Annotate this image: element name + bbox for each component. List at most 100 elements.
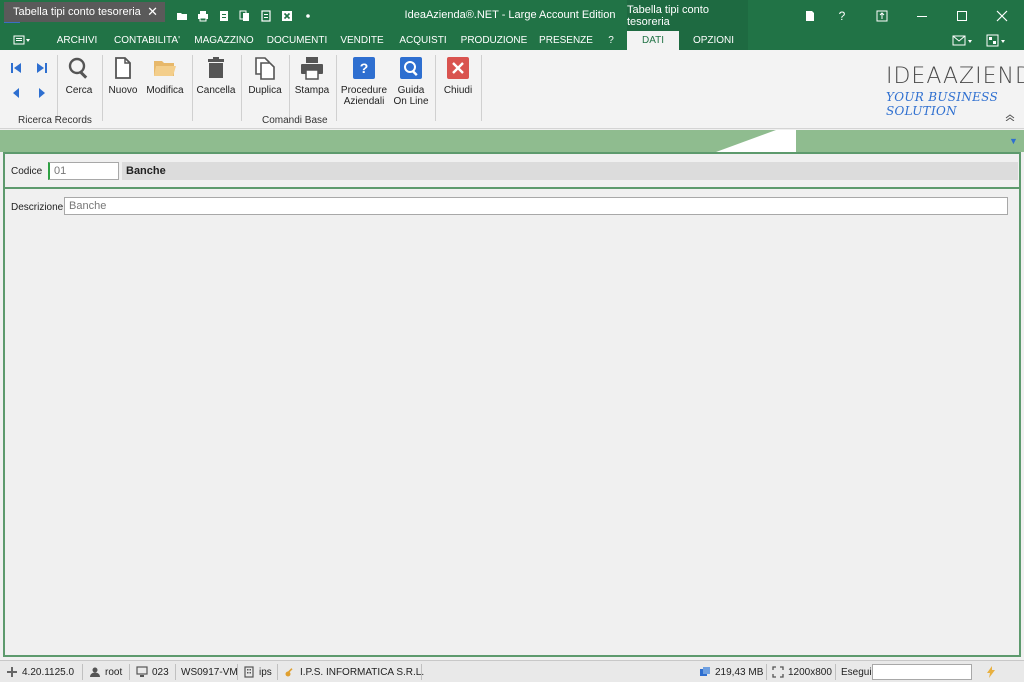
tab-vendite[interactable]: VENDITE (336, 31, 388, 50)
descrizione-label: Descrizione (11, 202, 64, 213)
status-memory: 219,43 MB (699, 665, 763, 679)
form-header: Codice Banche (5, 154, 1019, 189)
cancella-button[interactable]: Cancella (196, 55, 236, 96)
codice-label: Codice (11, 166, 43, 177)
tab-magazzino[interactable]: MAGAZZINO (190, 31, 258, 50)
file-menu-button[interactable] (10, 34, 34, 47)
procedures-icon: ? (351, 55, 377, 81)
modifica-button[interactable]: Modifica (144, 55, 186, 96)
nuovo-label: Nuovo (108, 85, 138, 96)
codice-input[interactable] (48, 162, 119, 180)
record-form: Codice Banche Descrizione (3, 152, 1021, 657)
ribbon-separator (435, 55, 436, 121)
help-icon[interactable]: ? (822, 0, 862, 31)
db-text: ips (259, 666, 272, 678)
user-text: root (105, 666, 123, 678)
restore-ribbon-icon[interactable] (862, 0, 902, 31)
report-icon[interactable] (213, 5, 234, 26)
status-separator (421, 664, 422, 680)
user-icon (89, 666, 101, 678)
close-red-icon (445, 55, 471, 81)
status-db: ips (243, 665, 272, 679)
group-label-comandi: Comandi Base (262, 115, 328, 126)
status-terminal: 023 (136, 665, 169, 679)
brand-tagline: YOUR BUSINESS SOLUTION (886, 90, 999, 118)
document-tab[interactable]: Tabella tipi conto tesoreria ✕ (4, 2, 165, 22)
status-separator (766, 664, 767, 680)
esegui-input[interactable] (872, 664, 972, 680)
duplica-label: Duplica (248, 85, 282, 96)
status-bar: 4.20.1125.0 root 023 WS0917-VM ips I.P.S… (0, 660, 1024, 682)
document-tab-close-icon[interactable]: ✕ (147, 4, 158, 20)
database-icon (243, 666, 255, 678)
procedure-aziendali-button[interactable]: ? Procedure Aziendali (340, 55, 388, 107)
online-label: On Line (393, 96, 429, 107)
tab-acquisti[interactable]: ACQUISTI (394, 31, 452, 50)
status-separator (129, 664, 130, 680)
status-separator (175, 664, 176, 680)
procedure-label: Procedure (340, 85, 388, 96)
document-tab-label: Tabella tipi conto tesoreria (13, 6, 141, 18)
status-esegui: Esegui (841, 665, 872, 679)
chiudi-button[interactable]: Chiudi (440, 55, 476, 96)
collapse-ribbon-icon[interactable] (1005, 113, 1015, 124)
tab-contabilita[interactable]: CONTABILITA' (110, 31, 184, 50)
first-record-icon[interactable] (10, 62, 22, 74)
next-record-icon[interactable] (36, 87, 48, 99)
magnifier-icon (66, 55, 92, 81)
tab-documenti[interactable]: DOCUMENTI (264, 31, 330, 50)
network-icon (6, 666, 18, 678)
lightning-icon[interactable] (985, 665, 997, 679)
tab-produzione[interactable]: PRODUZIONE (458, 31, 530, 50)
close-icon[interactable] (276, 5, 297, 26)
customize-icon[interactable] (297, 5, 318, 26)
duplicate-icon (252, 55, 278, 81)
tab-dati[interactable]: DATI (627, 31, 679, 50)
window-title: IdeaAzienda®.NET - Large Account Edition (404, 9, 616, 21)
ribbon-separator (192, 55, 193, 121)
previous-record-icon[interactable] (10, 87, 22, 99)
status-version: 4.20.1125.0 (6, 665, 74, 679)
guida-online-button[interactable]: Guida On Line (392, 55, 430, 107)
trash-icon (203, 55, 229, 81)
status-separator (237, 664, 238, 680)
layout-icon[interactable] (986, 34, 1010, 47)
copy-icon[interactable] (234, 5, 255, 26)
open-folder-icon (152, 55, 178, 81)
tab-help[interactable]: ? (600, 31, 622, 50)
minimize-icon[interactable] (902, 0, 942, 31)
tab-dropdown-icon[interactable]: ▼ (1009, 136, 1018, 146)
last-record-icon[interactable] (36, 62, 48, 74)
mail-icon[interactable] (952, 34, 976, 47)
folder-icon[interactable] (171, 5, 192, 26)
status-resolution: 1200x800 (772, 665, 832, 679)
status-separator (835, 664, 836, 680)
ribbon-separator (102, 55, 103, 121)
ribbon-separator (57, 55, 58, 121)
maximize-icon[interactable] (942, 0, 982, 31)
ribbon-tabs: ARCHIVI CONTABILITA' MAGAZZINO DOCUMENTI… (0, 31, 1024, 50)
window-close-icon[interactable] (982, 0, 1022, 31)
stampa-button[interactable]: Stampa (293, 55, 331, 96)
stampa-label: Stampa (294, 85, 330, 96)
modifica-label: Modifica (146, 85, 184, 96)
memory-text: 219,43 MB (715, 666, 764, 678)
brand-name: IDEAAZIENDA (886, 64, 1024, 89)
tab-archivi[interactable]: ARCHIVI (48, 31, 106, 50)
context-tab-title: Tabella tipi conto tesoreria (627, 0, 748, 31)
ribbon-separator (336, 55, 337, 121)
new-document-icon (110, 55, 136, 81)
descrizione-input[interactable] (64, 197, 1008, 215)
aziendali-label: Aziendali (343, 96, 385, 107)
print-icon[interactable] (192, 5, 213, 26)
cerca-label: Cerca (65, 85, 93, 96)
tab-presenze[interactable]: PRESENZE (536, 31, 596, 50)
document-icon[interactable] (255, 5, 276, 26)
nuovo-button[interactable]: Nuovo (106, 55, 140, 96)
tab-opzioni[interactable]: OPZIONI (679, 31, 748, 50)
chiudi-label: Chiudi (443, 85, 473, 96)
document-tab-strip (0, 130, 1024, 152)
company-text: I.P.S. INFORMATICA S.R.L. (300, 666, 425, 678)
duplica-button[interactable]: Duplica (246, 55, 284, 96)
cerca-button[interactable]: Cerca (62, 55, 96, 96)
